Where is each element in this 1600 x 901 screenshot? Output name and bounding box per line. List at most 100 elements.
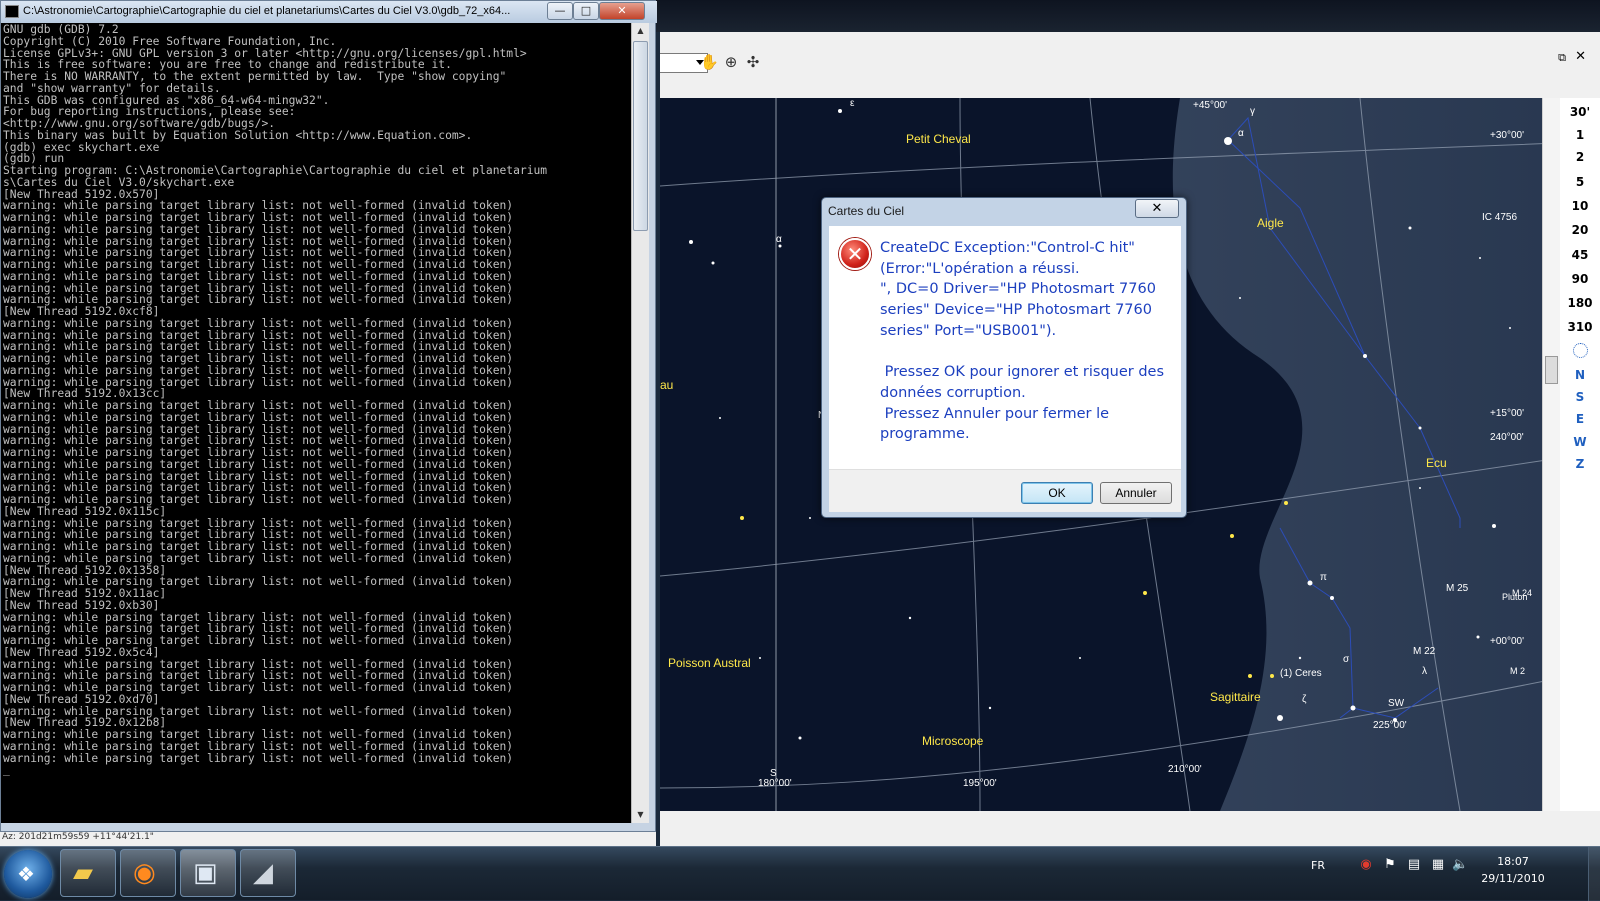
direction-button[interactable]: E [1560, 412, 1600, 426]
show-desktop-button[interactable] [1588, 847, 1600, 901]
zoom-level-button[interactable]: 10 [1560, 199, 1600, 213]
object-label: (1) Ceres [1280, 668, 1322, 679]
star-greek-label: λ [1422, 666, 1427, 677]
maximize-button[interactable]: □ [573, 2, 599, 20]
skychart-status-area [660, 811, 1600, 850]
tray-device-icon[interactable]: ▤ [1406, 857, 1422, 873]
ra-label: 195°00' [963, 778, 997, 789]
zoom-sidebar: 30' 1 2 5 10 20 45 90 180 310 N S E W Z [1560, 98, 1600, 811]
status-text: Az: 201d21m59s59 +11°44'21.1" [2, 832, 154, 842]
zoom-level-button[interactable]: 45 [1560, 248, 1600, 262]
skychart-statusbar: Az: 201d21m59s59 +11°44'21.1" [0, 832, 656, 846]
chart-scroll-thumb[interactable] [1545, 356, 1558, 384]
skychart-icon: ◢ [253, 858, 273, 888]
zoom-level-button[interactable]: 5 [1560, 175, 1600, 189]
ra-label: 240°00' [1490, 432, 1524, 443]
dec-label: +00°00' [1490, 636, 1524, 647]
taskbar: ❖ ▰ ◉ ▣ ◢ FR ◉ ⚑ ▤ ▦ 🔈 18:07 29/11/2010 [0, 846, 1600, 901]
constellation-label: Aigle [1257, 216, 1284, 230]
constellation-label: Microscope [922, 734, 984, 748]
star-greek-label: α [1238, 128, 1244, 139]
antivirus-icon[interactable]: ◉ [1358, 857, 1374, 873]
dec-label: +45°00' [1193, 100, 1227, 111]
scroll-up-icon[interactable]: ▲ [632, 23, 649, 39]
constellation-label: Petit Cheval [906, 132, 971, 146]
star-greek-label: ε [850, 98, 855, 109]
planets [740, 501, 1288, 678]
star-greek-label: σ [1343, 654, 1350, 665]
zoom-level-button[interactable]: 90 [1560, 272, 1600, 286]
scroll-down-icon[interactable]: ▼ [632, 807, 649, 823]
taskbar-console[interactable]: ▣ [180, 849, 236, 897]
taskbar-explorer[interactable]: ▰ [60, 849, 116, 897]
dialog-footer: OK Annuler [829, 469, 1181, 512]
constellation-label: Poisson Austral [668, 656, 751, 670]
restore-icon[interactable]: ⧉ [1558, 51, 1566, 65]
milky-way [1172, 98, 1560, 811]
chart-scrollbar[interactable] [1542, 98, 1560, 811]
console-icon: ▣ [193, 858, 218, 888]
dialog-close-button[interactable]: ✕ [1135, 199, 1179, 218]
gdb-console-window: C:\Astronomie\Cartographie\Cartographie … [0, 0, 657, 832]
zoom-level-button[interactable]: 1 [1560, 128, 1600, 142]
clock-date[interactable]: 29/11/2010 [1468, 872, 1558, 885]
minimize-button[interactable]: — [547, 2, 573, 20]
direction-button[interactable]: W [1560, 435, 1600, 449]
constellation-label: Sagittaire [1210, 690, 1261, 704]
cancel-button[interactable]: Annuler [1100, 482, 1172, 504]
star-cursor-icon[interactable]: ✣ [744, 53, 762, 71]
horizon-icon[interactable] [1573, 343, 1588, 358]
scroll-thumb[interactable] [633, 41, 648, 231]
zoom-level-button[interactable]: 2 [1560, 150, 1600, 164]
star-greek-label: α [776, 234, 782, 245]
close-icon[interactable]: ✕ [1575, 49, 1586, 64]
dialog-title: Cartes du Ciel [828, 204, 905, 218]
direction-label: SW [1388, 698, 1405, 709]
firefox-icon: ◉ [133, 858, 156, 888]
star-greek-label: π [1320, 572, 1327, 583]
object-label: M 25 [1446, 583, 1469, 594]
zoom-level-button[interactable]: 310 [1560, 320, 1600, 334]
dec-label: +30°00' [1490, 130, 1524, 141]
constellation-label-fragment: au [660, 378, 674, 392]
dialog-message: CreateDC Exception:"Control-C hit" (Erro… [880, 240, 1165, 443]
object-label: M 22 [1413, 646, 1436, 657]
ok-button[interactable]: OK [1021, 482, 1093, 504]
start-button[interactable]: ❖ [4, 850, 52, 898]
dec-label: +15°00' [1490, 408, 1524, 419]
tray-flag-icon[interactable]: ⚑ [1382, 857, 1398, 873]
direction-button[interactable]: N [1560, 368, 1600, 382]
star-greek-label: γ [1250, 106, 1255, 117]
crosshair-icon[interactable]: ⊕ [722, 53, 740, 71]
tray-network-icon[interactable]: ▦ [1430, 857, 1446, 873]
zoom-level-button[interactable]: 30' [1560, 105, 1600, 119]
close-button[interactable]: ✕ [599, 2, 645, 20]
ra-label: 180°00' [758, 778, 792, 789]
folder-icon: ▰ [73, 858, 93, 888]
skychart-toolbar: ✋ ⊕ ✣ ⧉ ✕ [660, 40, 1600, 73]
zoom-level-button[interactable]: 20 [1560, 223, 1600, 237]
dialog-body: ✕ CreateDC Exception:"Control-C hit" (Er… [829, 226, 1181, 469]
direction-button[interactable]: Z [1560, 457, 1600, 471]
language-indicator[interactable]: FR [1311, 859, 1325, 872]
star-greek-label: ζ [1302, 694, 1307, 705]
taskbar-skychart[interactable]: ◢ [240, 849, 296, 897]
object-label: M 24 [1512, 588, 1533, 598]
console-text: GNU gdb (GDB) 7.2 Copyright (C) 2010 Fre… [3, 23, 548, 777]
direction-button[interactable]: S [1560, 390, 1600, 404]
console-scrollbar[interactable]: ▲ ▼ [631, 23, 649, 823]
zoom-level-button[interactable]: 180 [1560, 296, 1600, 310]
console-titlebar[interactable]: C:\Astronomie\Cartographie\Cartographie … [1, 1, 657, 23]
object-label: M 2 [1510, 666, 1526, 676]
constellation-label: Ecu [1426, 456, 1447, 470]
volume-icon[interactable]: 🔈 [1452, 857, 1468, 873]
object-label: IC 4756 [1482, 212, 1518, 223]
ra-label: 210°00' [1168, 764, 1202, 775]
console-title: C:\Astronomie\Cartographie\Cartographie … [23, 5, 511, 17]
console-output[interactable]: GNU gdb (GDB) 7.2 Copyright (C) 2010 Fre… [1, 23, 631, 823]
error-dialog: Cartes du Ciel ✕ ✕ CreateDC Exception:"C… [821, 197, 1187, 518]
windows-logo-icon: ❖ [17, 862, 35, 886]
taskbar-firefox[interactable]: ◉ [120, 849, 176, 897]
clock-time[interactable]: 18:07 [1468, 855, 1558, 868]
hand-icon[interactable]: ✋ [700, 53, 719, 71]
